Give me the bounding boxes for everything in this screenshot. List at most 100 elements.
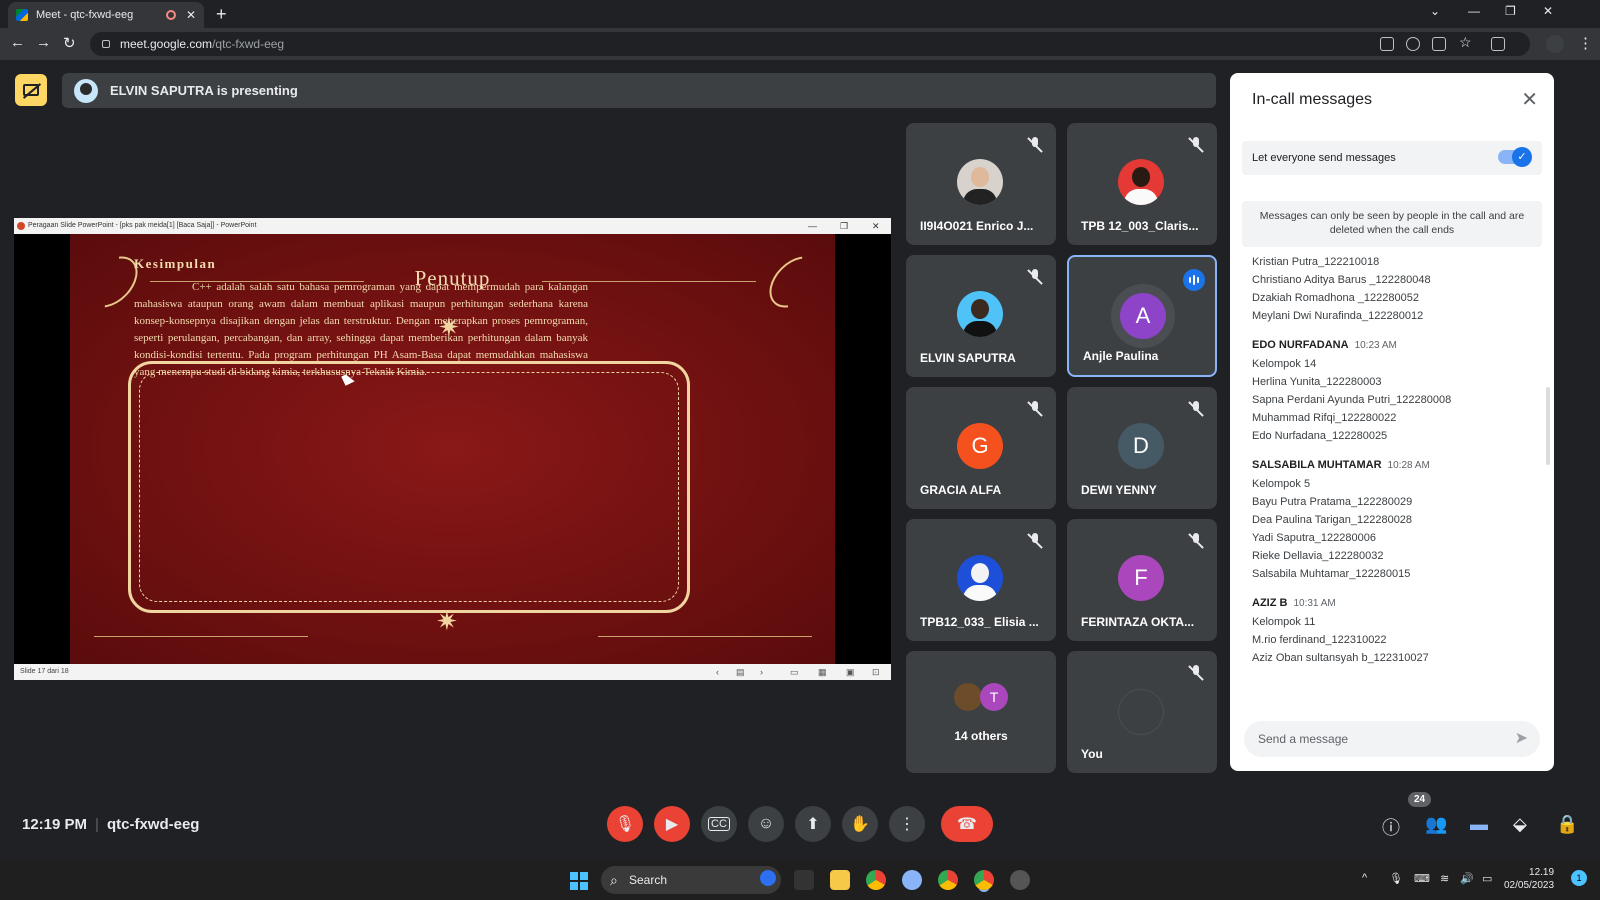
epic-games-icon[interactable] (794, 870, 814, 890)
reload-button[interactable]: ↻ (63, 34, 76, 52)
others-count: 14 others (954, 729, 1008, 743)
message-permission-setting: Let everyone send messages (1242, 141, 1542, 175)
side-panel-icon[interactable] (1491, 37, 1505, 51)
self-tile[interactable]: You (1067, 651, 1217, 773)
send-icon[interactable]: ➤ (1515, 721, 1528, 757)
message-line: Meylani Dwi Nurafinda_122280012 (1252, 310, 1424, 322)
back-button[interactable]: ← (10, 34, 25, 51)
others-letter-avatar: T (980, 683, 1008, 711)
new-tab-button[interactable]: + (216, 4, 227, 25)
presenter-avatar (74, 78, 98, 103)
notification-badge[interactable]: 1 (1571, 870, 1587, 886)
start-icon[interactable] (570, 872, 588, 890)
camera-in-use-icon[interactable] (1380, 37, 1394, 51)
taskbar-search[interactable]: Search (601, 866, 781, 894)
minimize-button[interactable]: — (1468, 4, 1480, 18)
camera-toggle-button[interactable]: ▶ (654, 806, 690, 842)
mic-toggle-button[interactable]: 🎙 (607, 806, 643, 842)
bing-icon[interactable] (760, 870, 776, 886)
captions-icon: CC (708, 817, 730, 831)
people-icon[interactable]: 👥 (1425, 814, 1447, 835)
participant-avatar (1118, 159, 1164, 205)
volume-icon[interactable]: 🔊 (1460, 872, 1474, 885)
others-tile[interactable]: T 14 others (906, 651, 1056, 773)
chat-scrollbar[interactable] (1546, 387, 1550, 465)
participant-name: II9I4O021 Enrico J... (920, 219, 1034, 233)
zoom-icon[interactable] (1406, 37, 1420, 51)
leave-call-button[interactable]: ☎ (941, 806, 993, 842)
message-list[interactable]: Kristian Putra_122210018 Christiano Adit… (1230, 253, 1554, 703)
prev-slide-icon: ‹ (716, 667, 719, 677)
pp-close-icon: ✕ (872, 221, 880, 231)
more-options-button[interactable]: ⋮ (889, 806, 925, 842)
message-line: Kelompok 5 (1252, 478, 1311, 490)
participant-tile[interactable]: II9I4O021 Enrico J... (906, 123, 1056, 245)
message-sender: AZIZ B (1252, 597, 1288, 609)
taskbar-clock[interactable]: 12.19 02/05/2023 (1504, 866, 1554, 892)
participant-avatar (957, 159, 1003, 205)
speaking-indicator-icon (1183, 269, 1205, 291)
participant-tile-speaking[interactable]: A Anjle Paulina (1067, 255, 1217, 377)
toggle-switch[interactable] (1498, 147, 1532, 167)
keyboard-icon[interactable]: ⌨ (1414, 872, 1430, 885)
forward-button[interactable]: → (36, 34, 51, 51)
lock-icon[interactable] (102, 40, 110, 48)
participant-tile[interactable]: D DEWI YENNY (1067, 387, 1217, 509)
profile-avatar[interactable] (1546, 35, 1564, 53)
message-line: Aziz Oban sultansyah b_122310027 (1252, 652, 1429, 664)
participant-tile[interactable]: TPB 12_003_Claris... (1067, 123, 1217, 245)
mic-off-icon (1028, 269, 1042, 285)
address-bar[interactable]: meet.google.com/qtc-fxwd-eeg (90, 32, 1530, 56)
browser-toolbar: ← → ↻ meet.google.com/qtc-fxwd-eeg ☆ ⋮ (0, 28, 1600, 60)
message-line: Kelompok 11 (1252, 616, 1316, 628)
participant-tile[interactable]: TPB12_033_ Elisia ... (906, 519, 1056, 641)
app-icon[interactable] (1010, 870, 1030, 890)
present-button[interactable]: ⬆ (795, 806, 831, 842)
message-time: 10:31 AM (1293, 598, 1336, 609)
taskbar-time: 12.19 (1529, 867, 1555, 878)
chat-icon[interactable]: ▬ (1470, 814, 1488, 835)
browser-tabstrip: Meet - qtc-fxwd-eeg ✕ + ⌄ — ❐ ✕ (0, 0, 1600, 28)
window-close-button[interactable]: ✕ (1543, 4, 1553, 18)
host-controls-icon[interactable]: 🔒 (1556, 814, 1578, 835)
close-icon[interactable]: ✕ (1521, 87, 1538, 112)
tab-close-icon[interactable]: ✕ (186, 8, 196, 22)
browser-menu-button[interactable]: ⋮ (1578, 34, 1593, 52)
slide-menu-icon: ▤ (736, 667, 745, 677)
browser-tab-meet[interactable]: Meet - qtc-fxwd-eeg ✕ (8, 2, 204, 28)
share-icon[interactable] (1432, 37, 1446, 51)
settings-icon[interactable] (902, 870, 922, 890)
mic-off-icon: 🎙 (614, 816, 636, 833)
message-line: Yadi Saputra_122280006 (1252, 532, 1376, 544)
raise-hand-button[interactable]: ✋ (842, 806, 878, 842)
tab-search-button[interactable]: ⌄ (1430, 4, 1440, 18)
message-line: Salsabila Muhtamar_122280015 (1252, 568, 1411, 580)
meeting-details-icon[interactable]: ⓘ (1382, 814, 1400, 840)
participant-tile[interactable]: G GRACIA ALFA (906, 387, 1056, 509)
activities-icon[interactable]: ⬙ (1513, 814, 1527, 835)
message-group: AZIZ B 10:31 AM Kelompok 11 M.rio ferdina… (1230, 597, 1554, 667)
bookmark-star-icon[interactable]: ☆ (1459, 34, 1473, 50)
battery-icon[interactable]: ▭ (1482, 872, 1492, 885)
participant-tile[interactable]: ELVIN SAPUTRA (906, 255, 1056, 377)
chat-panel: In-call messages ✕ Let everyone send mes… (1230, 73, 1554, 771)
chrome-profile-icon[interactable] (938, 870, 958, 890)
tray-overflow-icon[interactable]: ^ (1362, 872, 1367, 884)
mic-off-icon (1028, 137, 1042, 153)
participant-tile[interactable]: F FERINTAZA OKTA... (1067, 519, 1217, 641)
chrome-active-icon[interactable] (974, 870, 994, 890)
star-bottom-decoration: ✷ (436, 606, 458, 636)
reactions-button[interactable]: ☺ (748, 806, 784, 842)
more-vert-icon: ⋮ (899, 816, 915, 833)
chrome-icon[interactable] (866, 870, 886, 890)
message-input[interactable]: Send a message ➤ (1244, 721, 1540, 757)
restore-button[interactable]: ❐ (1505, 4, 1516, 18)
conclusion-body: C++ adalah salah satu bahasa pemrograman… (134, 281, 588, 378)
stop-presenting-icon[interactable] (15, 74, 47, 106)
captions-button[interactable]: CC (701, 806, 737, 842)
file-explorer-icon[interactable] (830, 870, 850, 890)
message-line: Dzakiah Romadhona _122280052 (1252, 292, 1419, 304)
wifi-icon[interactable]: ≋ (1440, 872, 1449, 885)
tray-mic-icon[interactable]: 🎙 (1389, 872, 1403, 885)
powerpoint-icon (17, 222, 25, 230)
